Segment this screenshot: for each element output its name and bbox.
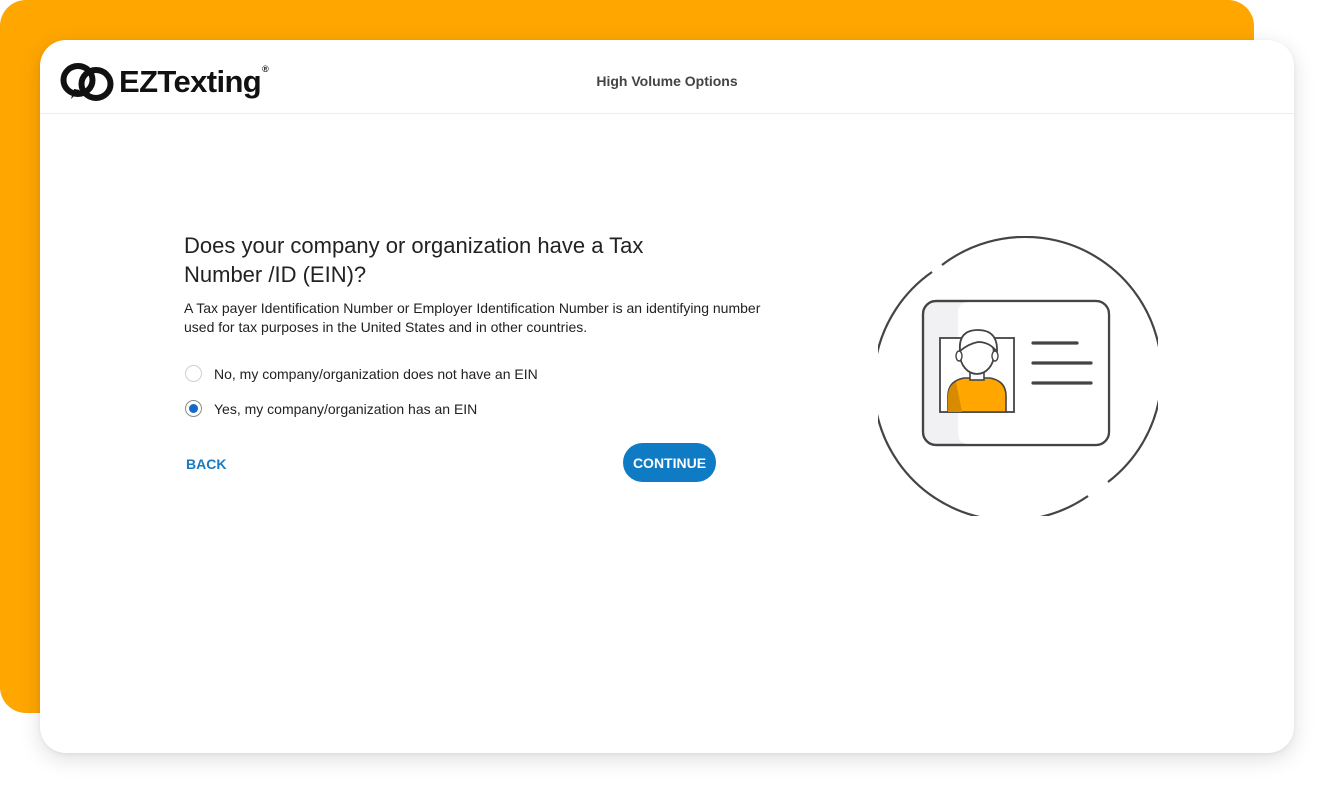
option-label: No, my company/organization does not hav… — [214, 365, 538, 382]
main-card: EZTexting ® High Volume Options Does you… — [40, 40, 1294, 753]
ein-question: Does your company or organization have a… — [184, 233, 644, 287]
option-has-ein[interactable]: Yes, my company/organization has an EIN — [185, 400, 477, 417]
option-no-ein[interactable]: No, my company/organization does not hav… — [185, 365, 538, 382]
header: EZTexting ® High Volume Options — [40, 40, 1294, 114]
page-title: High Volume Options — [596, 73, 738, 89]
id-card-icon — [878, 236, 1158, 516]
radio-has-ein[interactable] — [185, 400, 202, 417]
back-button[interactable]: BACK — [186, 456, 226, 472]
option-label: Yes, my company/organization has an EIN — [214, 400, 478, 417]
continue-button[interactable]: CONTINUE — [623, 443, 716, 482]
radio-no-ein[interactable] — [185, 365, 202, 382]
ein-description: A Tax payer Identification Number or Emp… — [184, 300, 761, 335]
